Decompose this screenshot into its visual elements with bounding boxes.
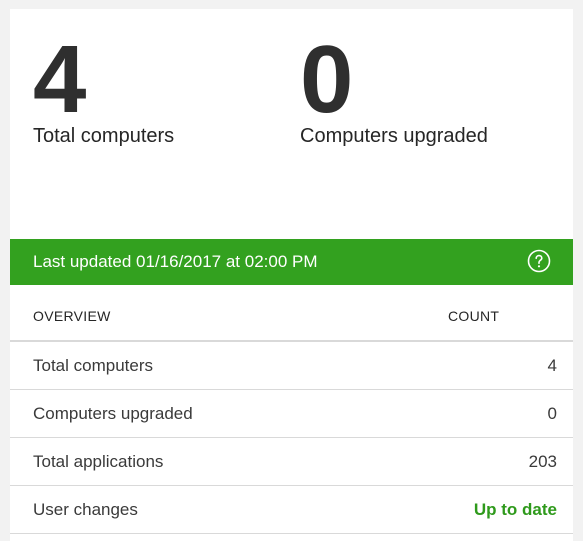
- table-header: OVERVIEW COUNT: [10, 292, 573, 342]
- help-circle-icon[interactable]: [527, 249, 551, 273]
- column-header-overview: OVERVIEW: [33, 308, 111, 324]
- row-value: 0: [547, 404, 557, 423]
- last-updated-banner: Last updated 01/16/2017 at 02:00 PM: [10, 239, 573, 285]
- column-header-count: COUNT: [448, 308, 500, 324]
- stat-value: 0: [300, 26, 354, 133]
- table-row: Total applications 203: [10, 438, 573, 486]
- stat-label: Computers upgraded: [300, 125, 488, 147]
- overview-table: OVERVIEW COUNT Total computers 4 Compute…: [10, 292, 573, 534]
- stat-value: 4: [33, 26, 87, 133]
- stat-label: Total computers: [33, 125, 175, 147]
- row-label: Computers upgraded: [33, 404, 193, 423]
- row-value: 4: [547, 356, 557, 375]
- row-label: User changes: [33, 500, 138, 519]
- row-label: Total computers: [33, 356, 153, 375]
- table-row: Computers upgraded 0: [10, 390, 573, 438]
- table-row: User changes Up to date: [10, 486, 573, 534]
- row-label: Total applications: [33, 452, 164, 471]
- stats-panel: 4 Total computers 0 Computers upgraded: [10, 9, 573, 239]
- row-value: 203: [528, 452, 557, 471]
- table-row: Total computers 4: [10, 342, 573, 390]
- status-up-to-date: Up to date: [473, 500, 557, 519]
- upgrade-status-card: 4 Total computers 0 Computers upgraded L…: [10, 9, 573, 541]
- last-updated-text: Last updated 01/16/2017 at 02:00 PM: [33, 252, 318, 271]
